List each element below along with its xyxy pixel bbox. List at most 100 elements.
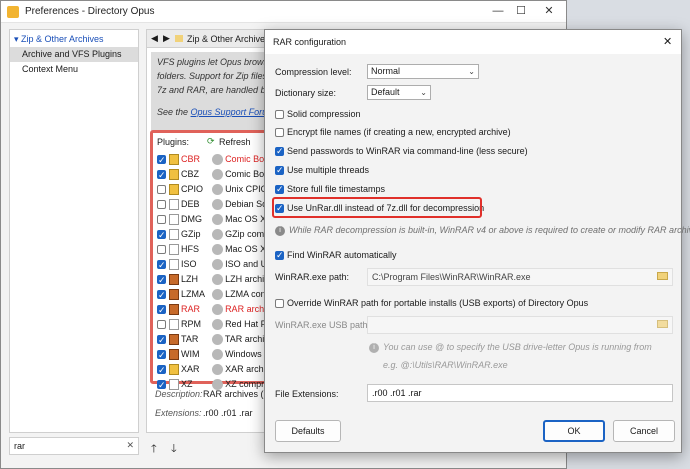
search-input[interactable]: rar ✕ (9, 437, 139, 455)
folder-icon[interactable] (657, 320, 668, 328)
checkbox[interactable] (275, 145, 284, 158)
extensions-label: Extensions: (155, 408, 202, 418)
gear-icon[interactable] (211, 304, 223, 316)
gear-icon[interactable] (211, 289, 223, 301)
checkbox[interactable] (157, 245, 166, 255)
override-path-option[interactable]: Override WinRAR path for portable instal… (275, 297, 588, 310)
option-label: Encrypt file names (if creating a new, e… (287, 127, 511, 137)
archive-icon (168, 334, 179, 346)
send-passwords-option[interactable]: Send passwords to WinRAR via command-lin… (275, 145, 528, 158)
back-arrow-icon[interactable]: ◀ (151, 33, 158, 44)
checkbox[interactable] (275, 183, 284, 196)
close-button[interactable]: ✕ (539, 3, 559, 19)
folder-icon[interactable] (657, 272, 668, 280)
gear-icon[interactable] (211, 169, 223, 181)
checkbox[interactable] (157, 273, 166, 287)
dictionary-select[interactable]: Default ⌄ (367, 85, 431, 100)
plugin-name: TAR (181, 334, 199, 344)
breadcrumb[interactable]: Zip & Other Archives / (187, 34, 275, 44)
checkbox[interactable] (157, 258, 166, 272)
checkbox[interactable] (157, 378, 166, 392)
settings-tree: ▾ Zip & Other Archives Archive and VFS P… (9, 29, 139, 433)
file-icon (168, 244, 179, 256)
tree-item-zip-archives[interactable]: ▾ Zip & Other Archives (10, 32, 138, 47)
option-label: Find WinRAR automatically (287, 250, 397, 260)
description-label: Description: (155, 389, 203, 399)
winrar-path-field[interactable]: C:\Program Files\WinRAR\WinRAR.exe (367, 268, 673, 286)
find-winrar-option[interactable]: Find WinRAR automatically (275, 249, 397, 262)
checkbox[interactable] (275, 110, 284, 120)
checkbox[interactable] (157, 288, 166, 302)
gear-icon[interactable] (211, 244, 223, 256)
gear-icon[interactable] (211, 274, 223, 286)
file-icon (168, 199, 179, 211)
file-extensions-field[interactable]: .r00 .r01 .rar (367, 384, 673, 402)
checkbox[interactable] (157, 153, 166, 167)
solid-compression-option[interactable]: Solid compression (275, 108, 361, 121)
refresh-icon[interactable]: ⟳ (207, 136, 215, 147)
maximize-button[interactable]: ☐ (511, 3, 531, 19)
cancel-button[interactable]: Cancel (613, 420, 675, 442)
gear-icon[interactable] (211, 364, 223, 376)
plugin-desc: RAR archi (225, 304, 267, 314)
refresh-button[interactable]: Refresh (219, 137, 251, 147)
gear-icon[interactable] (211, 154, 223, 166)
file-icon (168, 229, 179, 241)
gear-icon[interactable] (211, 334, 223, 346)
checkbox[interactable] (157, 333, 166, 347)
winrar-path-label: WinRAR.exe path: (275, 272, 350, 282)
plugin-desc: GZip com (225, 229, 265, 239)
tree-item-archive-plugins[interactable]: Archive and VFS Plugins (10, 47, 138, 62)
archive-icon (168, 184, 179, 196)
chevron-down-icon: ⌄ (468, 67, 475, 76)
file-icon (168, 259, 179, 271)
gear-icon[interactable] (211, 229, 223, 241)
checkbox[interactable] (275, 249, 284, 262)
checkbox[interactable] (275, 299, 284, 309)
checkbox[interactable] (157, 363, 166, 377)
info-icon: i (369, 342, 379, 353)
checkbox[interactable] (157, 200, 166, 210)
plugin-name: LZH (181, 274, 199, 284)
checkbox[interactable] (157, 215, 166, 225)
app-icon (7, 6, 19, 18)
checkbox[interactable] (275, 128, 284, 138)
gear-icon[interactable] (211, 199, 223, 211)
dictionary-value: Default (371, 87, 400, 97)
plugin-name: RAR (181, 304, 201, 314)
minimize-button[interactable]: — (488, 3, 508, 19)
compression-select[interactable]: Normal ⌄ (367, 64, 479, 79)
plugin-name: GZip (181, 229, 201, 239)
checkbox[interactable] (157, 303, 166, 317)
encrypt-filenames-option[interactable]: Encrypt file names (if creating a new, e… (275, 126, 511, 139)
support-forum-link[interactable]: Opus Support Forum (191, 107, 275, 117)
move-down-icon[interactable]: 🡓 (171, 440, 177, 459)
clear-icon[interactable]: ✕ (126, 440, 134, 451)
checkbox[interactable] (157, 320, 166, 330)
plugin-name: CBZ (181, 169, 200, 179)
checkbox[interactable] (157, 185, 166, 195)
dialog-close-icon[interactable]: ✕ (663, 35, 672, 48)
gear-icon[interactable] (211, 319, 223, 331)
usb-example: e.g. @:\Utils\RAR\WinRAR.exe (383, 360, 508, 370)
gear-icon[interactable] (211, 349, 223, 361)
full-timestamps-option[interactable]: Store full file timestamps (275, 183, 385, 196)
ok-button[interactable]: OK (543, 420, 605, 442)
checkbox[interactable] (157, 348, 166, 362)
move-up-icon[interactable]: 🡑 (151, 440, 157, 459)
plugin-name: DMG (181, 214, 203, 224)
gear-icon[interactable] (211, 259, 223, 271)
usb-path-field[interactable] (367, 316, 673, 334)
gear-icon[interactable] (211, 214, 223, 226)
gear-icon[interactable] (211, 184, 223, 196)
defaults-button[interactable]: Defaults (275, 420, 341, 442)
tree-item-context-menu[interactable]: Context Menu (10, 62, 138, 77)
checkbox[interactable] (157, 228, 166, 242)
checkbox[interactable] (157, 168, 166, 182)
plugin-name: DEB (181, 199, 200, 209)
forward-arrow-icon[interactable]: ▶ (163, 33, 170, 44)
checkbox[interactable] (275, 164, 284, 177)
file-icon (168, 214, 179, 226)
decompression-note: i While RAR decompression is built-in, Wi… (275, 225, 690, 236)
multiple-threads-option[interactable]: Use multiple threads (275, 164, 369, 177)
